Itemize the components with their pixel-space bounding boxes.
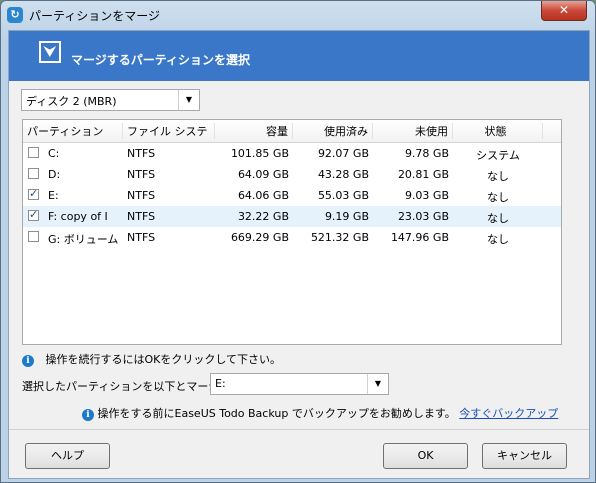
filesystem: NTFS xyxy=(127,189,156,202)
capacity: 32.22 GB xyxy=(237,210,289,223)
filesystem: NTFS xyxy=(127,147,156,160)
cancel-button[interactable]: キャンセル xyxy=(482,443,567,469)
unused: 147.96 GB xyxy=(390,231,449,244)
partition-name: C: xyxy=(48,147,60,160)
banner-title: マージするパーティションを選択 xyxy=(71,53,251,67)
used: 521.32 GB xyxy=(310,231,369,244)
filesystem: NTFS xyxy=(127,168,156,181)
partition-name: E: xyxy=(48,189,59,202)
table-header: パーティション ファイル システ 容量 使用済み 未使用 状態 xyxy=(23,120,561,143)
close-button[interactable]: ✕ xyxy=(541,1,587,21)
info-icon: i xyxy=(82,409,94,421)
disk-select-value: ディスク 2 (MBR) xyxy=(26,95,117,108)
disk-select[interactable]: ディスク 2 (MBR) ▼ xyxy=(21,89,200,111)
merge-target-value: E: xyxy=(215,377,226,390)
status: なし xyxy=(487,233,509,246)
status: なし xyxy=(487,170,509,183)
capacity: 64.06 GB xyxy=(237,189,289,202)
column-header-capacity[interactable]: 容量 xyxy=(215,123,293,139)
row-checkbox[interactable] xyxy=(28,168,39,179)
unused: 20.81 GB xyxy=(397,168,449,181)
backup-notice-text: 操作をする前にEaseUS Todo Backup でバックアップをお勧めします… xyxy=(97,407,456,420)
footer-divider xyxy=(9,429,589,430)
capacity: 669.29 GB xyxy=(230,231,289,244)
row-checkbox[interactable] xyxy=(28,147,39,158)
filesystem: NTFS xyxy=(127,231,156,244)
filesystem: NTFS xyxy=(127,210,156,223)
row-checkbox[interactable]: ✓ xyxy=(28,208,39,221)
info-icon: i xyxy=(22,355,34,367)
unused: 23.03 GB xyxy=(397,210,449,223)
merge-partition-window: ↻ パーティションをマージ ✕ ⮟ マージするパーティションを選択 ディスク 2… xyxy=(0,0,596,483)
title-bar[interactable]: ↻ パーティションをマージ ✕ xyxy=(1,1,595,29)
column-header-unused[interactable]: 未使用 xyxy=(373,123,453,139)
capacity: 101.85 GB xyxy=(230,147,289,160)
checkmark-icon: ✓ xyxy=(29,208,39,221)
row-checkbox[interactable]: ✓ xyxy=(28,187,39,200)
capacity: 64.09 GB xyxy=(237,168,289,181)
hint-text: 操作を続行するにはOKをクリックして下さい。 xyxy=(45,353,282,366)
table-row[interactable]: C: NTFS 101.85 GB 92.07 GB 9.78 GB システム xyxy=(23,143,561,164)
column-header-filesystem[interactable]: ファイル システ xyxy=(127,123,215,139)
used: 9.19 GB xyxy=(324,210,369,223)
ok-button[interactable]: OK xyxy=(383,443,468,469)
app-icon: ↻ xyxy=(7,7,23,23)
status: なし xyxy=(487,212,509,225)
merge-target-label: 選択したパーティションを以下とマージ： xyxy=(22,380,231,393)
column-header-used[interactable]: 使用済み xyxy=(293,123,373,139)
unused: 9.03 GB xyxy=(404,189,449,202)
backup-notice: i 操作をする前にEaseUS Todo Backup でバックアップをお勧めし… xyxy=(82,405,558,421)
merge-target-select[interactable]: E: ▼ xyxy=(210,373,389,395)
column-header-status[interactable]: 状態 xyxy=(453,123,543,139)
checkmark-icon: ✓ xyxy=(29,187,39,200)
partition-name: F: copy of I xyxy=(48,210,108,223)
partition-name: D: xyxy=(48,168,61,181)
header-banner: ⮟ マージするパーティションを選択 xyxy=(9,31,589,81)
unused: 9.78 GB xyxy=(404,147,449,160)
used: 92.07 GB xyxy=(317,147,369,160)
status: なし xyxy=(487,191,509,204)
table-row[interactable]: ✓ F: copy of I NTFS 32.22 GB 9.19 GB 23.… xyxy=(23,206,561,227)
table-row[interactable]: G: ボリューム NTFS 669.29 GB 521.32 GB 147.96… xyxy=(23,227,561,248)
backup-now-link[interactable]: 今すぐバックアップ xyxy=(459,407,558,420)
hint-line: i 操作を続行するにはOKをクリックして下さい。 xyxy=(22,351,281,367)
chevron-down-icon[interactable]: ▼ xyxy=(178,90,199,110)
merge-icon: ⮟ xyxy=(39,41,61,63)
chevron-down-icon[interactable]: ▼ xyxy=(367,374,388,394)
table-row[interactable]: D: NTFS 64.09 GB 43.28 GB 20.81 GB なし xyxy=(23,164,561,185)
partition-table: パーティション ファイル システ 容量 使用済み 未使用 状態 C: NTFS … xyxy=(22,119,562,345)
dialog-client: ⮟ マージするパーティションを選択 ディスク 2 (MBR) ▼ パーティション… xyxy=(8,30,590,479)
window-title: パーティションをマージ xyxy=(29,9,161,23)
status: システム xyxy=(476,149,520,162)
column-header-partition[interactable]: パーティション xyxy=(27,123,123,139)
used: 55.03 GB xyxy=(317,189,369,202)
used: 43.28 GB xyxy=(317,168,369,181)
help-button[interactable]: ヘルプ xyxy=(25,443,110,469)
table-row[interactable]: ✓ E: NTFS 64.06 GB 55.03 GB 9.03 GB なし xyxy=(23,185,561,206)
row-checkbox[interactable] xyxy=(28,231,39,242)
partition-name: G: ボリューム xyxy=(48,233,119,246)
